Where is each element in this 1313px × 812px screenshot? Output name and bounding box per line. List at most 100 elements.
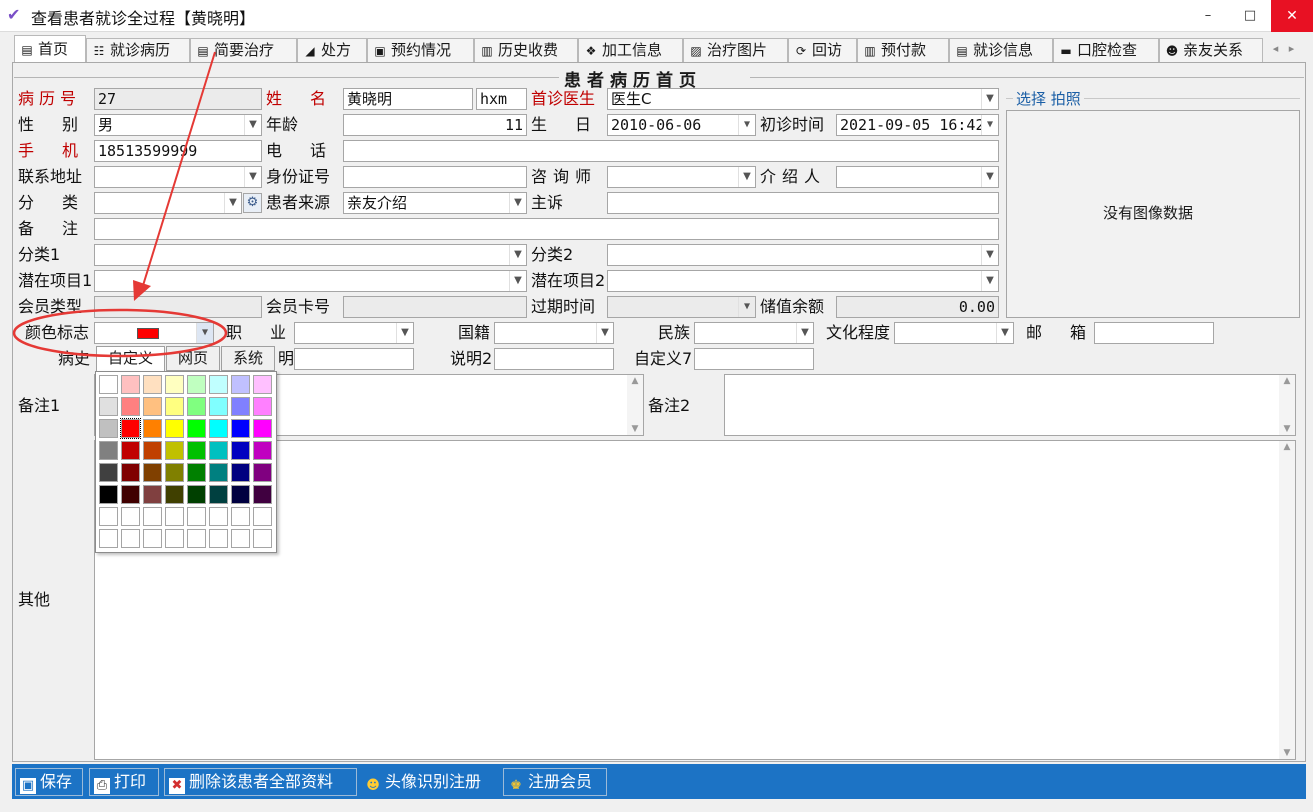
tab-2[interactable]: ☷ 就诊病历 (86, 38, 190, 62)
color-swatch[interactable] (231, 419, 250, 438)
tab-scroll-right-icon[interactable]: ▸ (1284, 40, 1299, 58)
color-swatch[interactable] (253, 375, 272, 394)
member-card-field[interactable] (343, 296, 527, 318)
color-swatch[interactable] (99, 441, 118, 460)
education-select[interactable]: ▼ (894, 322, 1014, 344)
color-swatch[interactable] (209, 397, 228, 416)
color-swatch[interactable] (99, 419, 118, 438)
color-swatch[interactable] (253, 397, 272, 416)
color-swatch[interactable] (121, 463, 140, 482)
age-field[interactable]: 11 (343, 114, 527, 136)
color-tag-select[interactable]: ▼ (94, 322, 214, 344)
chevron-down-icon[interactable]: ▼ (996, 323, 1013, 343)
color-swatch[interactable] (231, 529, 250, 548)
color-swatch[interactable] (187, 485, 206, 504)
chevron-down-icon[interactable]: ▼ (509, 271, 526, 291)
color-swatch[interactable] (231, 397, 250, 416)
first-doctor-select[interactable]: 医生C ▼ (607, 88, 999, 110)
color-swatch[interactable] (143, 419, 162, 438)
color-swatch[interactable] (165, 529, 184, 548)
tab-6[interactable]: ▥ 历史收费 (474, 38, 578, 62)
color-swatch[interactable] (253, 419, 272, 438)
remark2-textarea[interactable]: ▲ ▼ (724, 374, 1296, 436)
color-swatch[interactable] (143, 463, 162, 482)
tab-scroll-left-icon[interactable]: ◂ (1268, 40, 1283, 58)
color-swatch[interactable] (253, 485, 272, 504)
color-swatch[interactable] (209, 441, 228, 460)
chevron-down-icon[interactable]: ▼ (396, 323, 413, 343)
color-swatch[interactable] (231, 441, 250, 460)
color-swatch[interactable] (209, 375, 228, 394)
color-swatch[interactable] (143, 441, 162, 460)
color-swatch[interactable] (253, 507, 272, 526)
tab-7[interactable]: ❖ 加工信息 (578, 38, 683, 62)
scroll-up-icon[interactable]: ▲ (1279, 442, 1295, 452)
chevron-down-icon[interactable]: ▼ (981, 271, 998, 291)
color-swatch[interactable] (143, 507, 162, 526)
color-swatch[interactable] (209, 529, 228, 548)
scroll-up-icon[interactable]: ▲ (1279, 376, 1295, 386)
color-swatch[interactable] (99, 375, 118, 394)
note1-field[interactable] (294, 348, 414, 370)
occupation-select[interactable]: ▼ (294, 322, 414, 344)
color-swatch[interactable] (121, 507, 140, 526)
tab-4[interactable]: ◢ 处方 (297, 38, 367, 62)
color-swatch[interactable] (231, 485, 250, 504)
color-swatch[interactable] (253, 463, 272, 482)
nationality-select[interactable]: ▼ (494, 322, 614, 344)
close-button[interactable]: ✕ (1271, 0, 1313, 32)
color-swatch[interactable] (209, 463, 228, 482)
color-swatch[interactable] (187, 507, 206, 526)
color-swatch[interactable] (187, 441, 206, 460)
scroll-down-icon[interactable]: ▼ (1279, 424, 1295, 434)
color-swatch[interactable] (99, 463, 118, 482)
color-swatch[interactable] (209, 419, 228, 438)
color-picker-tab-1[interactable]: 自定义 (96, 346, 165, 372)
color-swatch[interactable] (99, 529, 118, 548)
color-swatch[interactable] (121, 441, 140, 460)
chevron-down-icon[interactable]: ▼ (981, 115, 998, 135)
color-swatch[interactable] (121, 485, 140, 504)
chevron-down-icon[interactable]: ▼ (244, 115, 261, 135)
scrollbar[interactable]: ▲ ▼ (627, 375, 643, 435)
chevron-down-icon[interactable]: ▼ (981, 167, 998, 187)
print-button[interactable]: ⎙ 打印 (89, 768, 159, 796)
color-swatch[interactable] (253, 441, 272, 460)
minimize-button[interactable]: – (1187, 0, 1229, 32)
color-swatch[interactable] (143, 375, 162, 394)
color-swatch[interactable] (187, 375, 206, 394)
photo-select-capture-links[interactable]: 选择 拍照 (1013, 88, 1084, 109)
scroll-up-icon[interactable]: ▲ (627, 376, 643, 386)
chevron-down-icon[interactable]: ▼ (738, 115, 755, 135)
color-swatch[interactable] (99, 397, 118, 416)
record-no-field[interactable]: 27 (94, 88, 262, 110)
tab-11[interactable]: ▤ 就诊信息 (949, 38, 1053, 62)
save-button[interactable]: ▣ 保存 (15, 768, 83, 796)
tab-5[interactable]: ▣ 预约情况 (367, 38, 474, 62)
color-swatch[interactable] (187, 397, 206, 416)
color-swatch[interactable] (143, 397, 162, 416)
color-swatch[interactable] (165, 507, 184, 526)
category1-select[interactable]: ▼ (94, 244, 527, 266)
potential2-select[interactable]: ▼ (607, 270, 999, 292)
chevron-down-icon[interactable]: ▼ (738, 167, 755, 187)
id-card-field[interactable] (343, 166, 527, 188)
color-swatch[interactable] (143, 485, 162, 504)
email-field[interactable] (1094, 322, 1214, 344)
chevron-down-icon[interactable]: ▼ (596, 323, 613, 343)
scroll-down-icon[interactable]: ▼ (1279, 748, 1295, 758)
color-swatch[interactable] (231, 375, 250, 394)
color-swatch[interactable] (231, 463, 250, 482)
chevron-down-icon[interactable]: ▼ (509, 193, 526, 213)
color-swatch[interactable] (209, 507, 228, 526)
chevron-down-icon[interactable]: ▼ (738, 297, 755, 317)
chevron-down-icon[interactable]: ▼ (224, 193, 241, 213)
chevron-down-icon[interactable]: ▼ (981, 89, 998, 109)
mobile-field[interactable]: 18513599999 (94, 140, 262, 162)
color-picker-tab-2[interactable]: 网页 (166, 346, 220, 371)
address-select[interactable]: ▼ (94, 166, 262, 188)
color-swatch[interactable] (99, 485, 118, 504)
tab-9[interactable]: ⟳ 回访 (788, 38, 857, 62)
color-swatch[interactable] (165, 397, 184, 416)
tab-12[interactable]: ▬ 口腔检查 (1053, 38, 1159, 62)
